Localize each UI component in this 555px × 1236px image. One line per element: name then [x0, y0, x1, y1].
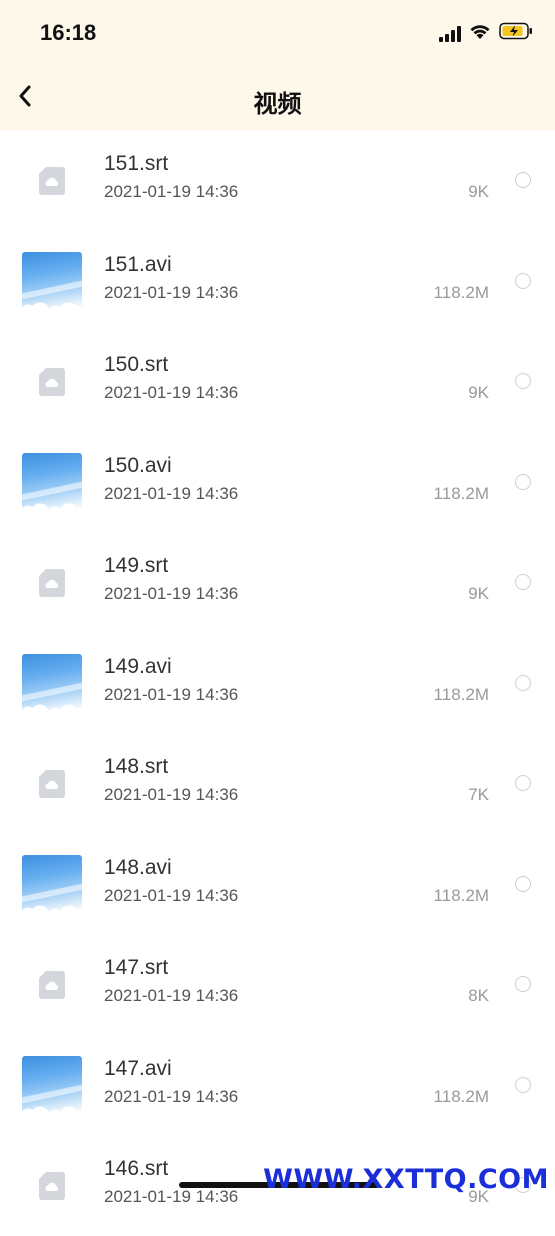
file-date: 2021-01-19 14:36	[104, 282, 239, 302]
file-date: 2021-01-19 14:36	[104, 182, 239, 201]
file-date: 2021-01-19 14:36	[104, 785, 239, 804]
status-icons	[439, 22, 533, 45]
file-size: 9K	[468, 584, 489, 603]
subtitle-file-icon	[22, 151, 82, 211]
battery-charging-icon	[499, 22, 533, 45]
file-list: 151.srt 2021-01-19 14:36 9K 151.avi 2021-01-…	[0, 130, 555, 1236]
watermark: WWW.XXTTQ.COM	[263, 1164, 549, 1195]
file-size: 9K	[468, 182, 489, 201]
select-checkbox[interactable]	[515, 875, 531, 892]
file-row[interactable]: 150.avi 2021-01-19 14:36 118.2M	[0, 432, 555, 533]
file-size: 8K	[468, 986, 489, 1005]
video-thumbnail	[22, 653, 82, 714]
file-row[interactable]: 149.avi 2021-01-19 14:36 118.2M	[0, 633, 555, 734]
select-checkbox[interactable]	[515, 473, 531, 490]
select-checkbox[interactable]	[515, 674, 531, 691]
wifi-icon	[469, 23, 491, 45]
file-size: 118.2M	[433, 684, 489, 704]
file-date: 2021-01-19 14:36	[104, 483, 239, 503]
file-name: 150.srt	[104, 353, 169, 376]
file-name: 147.avi	[104, 1056, 172, 1080]
file-row[interactable]: 147.srt 2021-01-19 14:36 8K	[0, 934, 555, 1035]
file-date: 2021-01-19 14:36	[104, 584, 239, 603]
signal-icon	[439, 25, 461, 42]
file-row[interactable]: 148.avi 2021-01-19 14:36 118.2M	[0, 834, 555, 935]
subtitle-file-icon	[22, 1156, 82, 1216]
status-bar: 16:18	[0, 0, 555, 66]
file-name: 146.srt	[104, 1157, 169, 1180]
file-name: 148.avi	[104, 855, 172, 879]
file-name: 150.avi	[104, 453, 172, 477]
select-checkbox[interactable]	[515, 775, 531, 791]
file-date: 2021-01-19 14:36	[104, 885, 239, 905]
select-checkbox[interactable]	[515, 574, 531, 590]
file-size: 118.2M	[433, 282, 489, 302]
subtitle-file-icon	[22, 955, 82, 1015]
file-name: 149.avi	[104, 654, 172, 678]
file-row[interactable]: 150.srt 2021-01-19 14:36 9K	[0, 331, 555, 432]
file-row[interactable]: 147.avi 2021-01-19 14:36 118.2M	[0, 1035, 555, 1136]
file-name: 151.srt	[104, 152, 169, 175]
select-checkbox[interactable]	[515, 976, 531, 992]
subtitle-file-icon	[22, 352, 82, 412]
header-area: 16:18 视频	[0, 0, 555, 130]
page-title: 视频	[253, 91, 302, 118]
video-thumbnail	[22, 854, 82, 915]
video-thumbnail	[22, 452, 82, 513]
file-name: 149.srt	[104, 554, 169, 577]
file-size: 118.2M	[433, 885, 489, 905]
file-date: 2021-01-19 14:36	[104, 1086, 239, 1106]
file-name: 151.avi	[104, 252, 172, 276]
file-date: 2021-01-19 14:36	[104, 1187, 239, 1206]
select-checkbox[interactable]	[515, 172, 531, 188]
status-time: 16:18	[40, 20, 97, 45]
select-checkbox[interactable]	[515, 272, 531, 289]
file-name: 148.srt	[104, 755, 169, 778]
select-checkbox[interactable]	[515, 373, 531, 389]
file-name: 147.srt	[104, 956, 169, 979]
subtitle-file-icon	[22, 754, 82, 814]
video-thumbnail	[22, 251, 82, 312]
file-row[interactable]: 148.srt 2021-01-19 14:36 7K	[0, 733, 555, 834]
nav-bar: 视频	[0, 66, 555, 130]
file-row[interactable]: 149.srt 2021-01-19 14:36 9K	[0, 532, 555, 633]
subtitle-file-icon	[22, 553, 82, 613]
file-size: 118.2M	[433, 483, 489, 503]
file-size: 7K	[468, 785, 489, 804]
video-thumbnail	[22, 1055, 82, 1116]
file-size: 118.2M	[433, 1086, 489, 1106]
file-row[interactable]: 151.srt 2021-01-19 14:36 9K	[0, 130, 555, 231]
file-row[interactable]: 151.avi 2021-01-19 14:36 118.2M	[0, 231, 555, 332]
file-date: 2021-01-19 14:36	[104, 986, 239, 1005]
file-date: 2021-01-19 14:36	[104, 684, 239, 704]
select-checkbox[interactable]	[515, 1076, 531, 1093]
file-date: 2021-01-19 14:36	[104, 383, 239, 402]
file-size: 9K	[468, 383, 489, 402]
